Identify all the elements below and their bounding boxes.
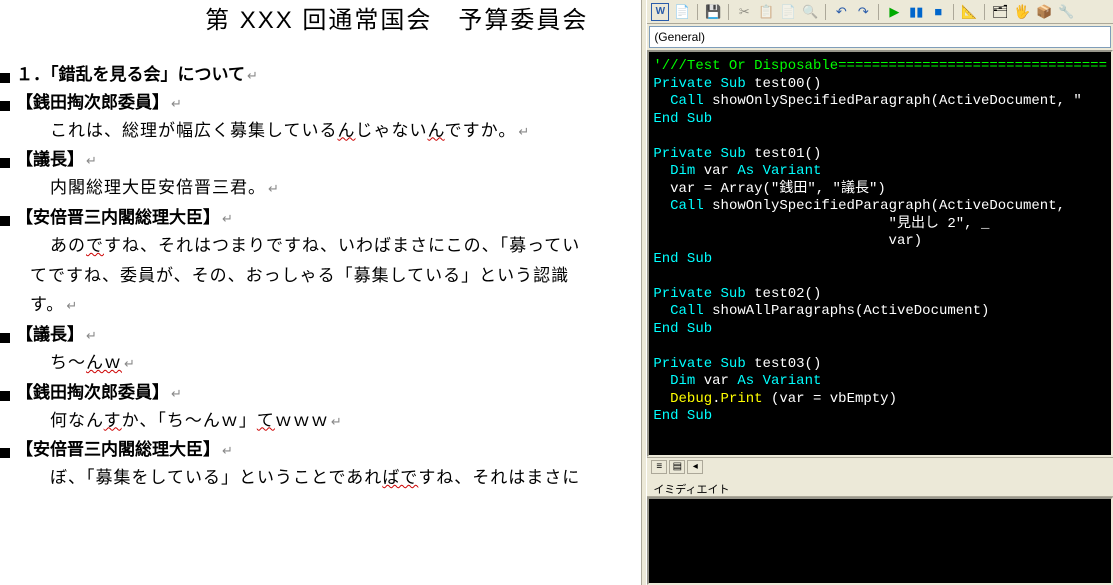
speaker-label: 【銭田掏次郎委員】 (16, 381, 169, 405)
cut-icon[interactable]: ✂ (735, 3, 753, 21)
code-editor-wrap: '///Test Or Disposable==================… (647, 50, 1113, 475)
save-icon[interactable]: 💾 (704, 3, 722, 21)
reset-icon[interactable]: ■ (929, 3, 947, 21)
speech-line: ぼ、「募集をしている」ということであればですね、それはまさに (50, 466, 633, 490)
speech-line: これは、総理が幅広く募集しているんじゃないんですか。↵ (50, 119, 633, 143)
toolbar-separator (825, 4, 826, 20)
speaker-label: 【安倍晋三内閣総理大臣】 (16, 438, 220, 462)
bullet-icon (0, 216, 10, 226)
insert-module-icon[interactable]: 📄 (673, 3, 691, 21)
full-module-view-button[interactable]: ▤ (669, 460, 685, 474)
object-browser-icon[interactable]: 📦 (1035, 3, 1053, 21)
dropdown-value: (General) (654, 30, 705, 44)
speech-line: ち～んｗ↵ (50, 351, 633, 375)
return-mark: ↵ (171, 95, 182, 113)
return-mark: ↵ (86, 327, 97, 345)
section-heading-row: １．「錯乱を見る会」について ↵ (0, 63, 633, 87)
immediate-window-body[interactable] (647, 497, 1113, 585)
code-editor[interactable]: '///Test Or Disposable==================… (647, 50, 1113, 457)
speech-line: 何なんすか、「ち～んｗ」てｗｗｗ↵ (50, 409, 633, 433)
toolbox-icon[interactable]: 🔧 (1057, 3, 1075, 21)
return-mark: ↵ (247, 67, 258, 85)
speech-line: 内閣総理大臣安倍晋三君。↵ (50, 176, 633, 200)
return-mark: ↵ (222, 210, 233, 228)
word-document-pane: 第 XXX 回通常国会 予算委員会 １．「錯乱を見る会」について ↵ 【銭田掏次… (0, 0, 641, 585)
immediate-window-title: イミディエイト (647, 479, 1113, 497)
document-body: １．「錯乱を見る会」について ↵ 【銭田掏次郎委員】 ↵ これは、総理が幅広く募… (0, 63, 633, 490)
speech-line: てですね、委員が、その、おっしゃる「募集している」という認識 (30, 264, 633, 288)
section-heading: １．「錯乱を見る会」について (16, 63, 245, 87)
find-icon[interactable]: 🔍 (801, 3, 819, 21)
speaker-row: 【議長】 ↵ (0, 323, 633, 347)
speaker-row: 【安倍晋三内閣総理大臣】 ↵ (0, 206, 633, 230)
speaker-label: 【議長】 (16, 148, 84, 172)
bullet-icon (0, 391, 10, 401)
copy-icon[interactable]: 📋 (757, 3, 775, 21)
toolbar-separator (697, 4, 698, 20)
speaker-label: 【議長】 (16, 323, 84, 347)
toolbar-separator (728, 4, 729, 20)
toolbar-separator (878, 4, 879, 20)
run-icon[interactable]: ▶ (885, 3, 903, 21)
properties-icon[interactable]: 🖐 (1013, 3, 1031, 21)
speaker-label: 【銭田掏次郎委員】 (16, 91, 169, 115)
speaker-row: 【安倍晋三内閣総理大臣】 ↵ (0, 438, 633, 462)
redo-icon[interactable]: ↷ (854, 3, 872, 21)
design-mode-icon[interactable]: 📐 (960, 3, 978, 21)
break-icon[interactable]: ▮▮ (907, 3, 925, 21)
bullet-icon (0, 333, 10, 343)
return-mark: ↵ (86, 152, 97, 170)
code-view-buttons: ≡ ▤ ◂ (647, 457, 1113, 475)
immediate-window: イミディエイト (647, 475, 1113, 585)
speaker-label: 【安倍晋三内閣総理大臣】 (16, 206, 220, 230)
return-mark: ↵ (171, 385, 182, 403)
return-mark: ↵ (222, 442, 233, 460)
speech-line: す。↵ (30, 293, 633, 317)
speaker-row: 【銭田掏次郎委員】 ↵ (0, 381, 633, 405)
toolbar-separator (984, 4, 985, 20)
speaker-row: 【議長】 ↵ (0, 148, 633, 172)
scroll-left-button[interactable]: ◂ (687, 460, 703, 474)
project-explorer-icon[interactable]: 🗂 (991, 3, 1009, 21)
bullet-icon (0, 73, 10, 83)
toolbar-separator (953, 4, 954, 20)
speech-line: あのですね、それはつまりですね、いわばまさにこの、「募ってい (50, 234, 633, 258)
speaker-row: 【銭田掏次郎委員】 ↵ (0, 91, 633, 115)
document-title: 第 XXX 回通常国会 予算委員会 (160, 0, 633, 35)
procedure-dropdown[interactable]: (General) (649, 26, 1111, 48)
bullet-icon (0, 158, 10, 168)
word-icon[interactable]: W (651, 3, 669, 21)
vbe-pane: W 📄 💾 ✂ 📋 📄 🔍 ↶ ↷ ▶ ▮▮ ■ 📐 🗂 🖐 📦 🔧 (Gene… (647, 0, 1113, 585)
bullet-icon (0, 101, 10, 111)
paste-icon[interactable]: 📄 (779, 3, 797, 21)
procedure-view-button[interactable]: ≡ (651, 460, 667, 474)
bullet-icon (0, 448, 10, 458)
vbe-toolbar: W 📄 💾 ✂ 📋 📄 🔍 ↶ ↷ ▶ ▮▮ ■ 📐 🗂 🖐 📦 🔧 (647, 0, 1113, 24)
undo-icon[interactable]: ↶ (832, 3, 850, 21)
